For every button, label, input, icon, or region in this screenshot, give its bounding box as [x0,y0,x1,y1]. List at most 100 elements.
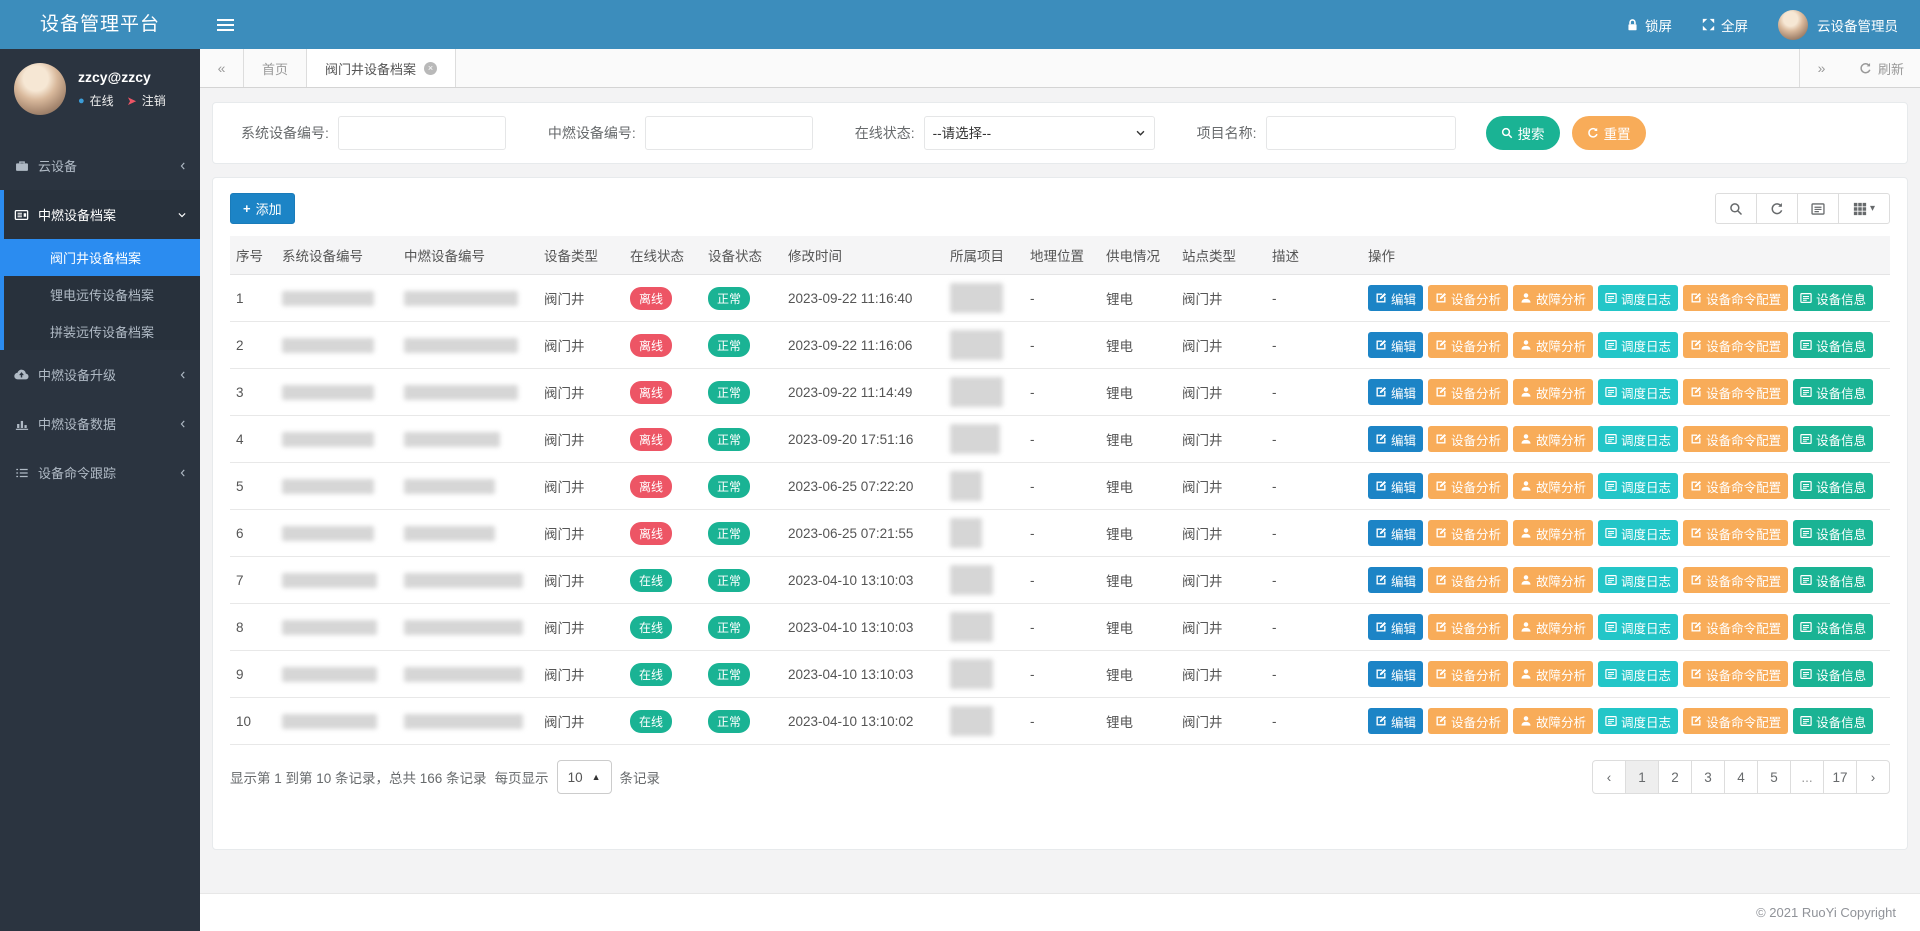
search-button[interactable]: 搜索 [1486,116,1560,150]
page-size-select[interactable]: 10 ▲ [557,760,612,794]
device-info-button[interactable]: 设备信息 [1793,661,1873,687]
device-info-button[interactable]: 设备信息 [1793,426,1873,452]
refresh-tab-button[interactable]: 刷新 [1843,49,1920,87]
device-command-config-button[interactable]: 设备命令配置 [1683,614,1788,640]
prev-page-button[interactable]: ‹ [1592,760,1626,794]
fault-analysis-button[interactable]: 故障分析 [1513,426,1593,452]
dispatch-log-button[interactable]: 调度日志 [1598,379,1678,405]
device-info-button[interactable]: 设备信息 [1793,708,1873,734]
page-button[interactable]: 5 [1757,760,1791,794]
hamburger-icon[interactable] [200,19,250,31]
device-command-config-button[interactable]: 设备命令配置 [1683,473,1788,499]
device-command-config-button[interactable]: 设备命令配置 [1683,332,1788,358]
next-page-button[interactable]: › [1856,760,1890,794]
device-info-button[interactable]: 设备信息 [1793,473,1873,499]
tab-home[interactable]: 首页 [244,49,307,87]
toggle-view-button[interactable] [1797,193,1839,224]
fault-analysis-button[interactable]: 故障分析 [1513,332,1593,358]
sidebar-item[interactable]: 中燃设备升级 [0,350,200,399]
fullscreen-button[interactable]: 全屏 [1702,15,1748,35]
add-button[interactable]: + 添加 [230,193,295,224]
reset-button[interactable]: 重置 [1572,116,1646,150]
device-command-config-button[interactable]: 设备命令配置 [1683,379,1788,405]
edit-button[interactable]: 编辑 [1368,379,1423,405]
sidebar-subitem[interactable]: 锂电远传设备档案 [4,276,200,313]
device-analysis-button[interactable]: 设备分析 [1428,567,1508,593]
zr-device-no-input[interactable] [645,116,813,150]
system-device-no-input[interactable] [338,116,506,150]
fault-analysis-button[interactable]: 故障分析 [1513,473,1593,499]
device-command-config-button[interactable]: 设备命令配置 [1683,661,1788,687]
fault-analysis-button[interactable]: 故障分析 [1513,614,1593,640]
fault-analysis-button[interactable]: 故障分析 [1513,708,1593,734]
dispatch-log-button[interactable]: 调度日志 [1598,661,1678,687]
device-command-config-button[interactable]: 设备命令配置 [1683,285,1788,311]
fault-analysis-button[interactable]: 故障分析 [1513,661,1593,687]
page-button[interactable]: 17 [1823,760,1857,794]
page-button[interactable]: 3 [1691,760,1725,794]
logout-link[interactable]: 注销 [142,92,166,109]
project-name-input[interactable] [1266,116,1456,150]
edit-button[interactable]: 编辑 [1368,426,1423,452]
sidebar-item[interactable]: 云设备 [0,141,200,190]
device-info-button[interactable]: 设备信息 [1793,332,1873,358]
page-button[interactable]: 4 [1724,760,1758,794]
dispatch-log-button[interactable]: 调度日志 [1598,567,1678,593]
dispatch-log-button[interactable]: 调度日志 [1598,473,1678,499]
edit-button[interactable]: 编辑 [1368,708,1423,734]
fault-analysis-button[interactable]: 故障分析 [1513,379,1593,405]
edit-button[interactable]: 编辑 [1368,520,1423,546]
device-analysis-button[interactable]: 设备分析 [1428,614,1508,640]
device-analysis-button[interactable]: 设备分析 [1428,473,1508,499]
device-command-config-button[interactable]: 设备命令配置 [1683,426,1788,452]
sidebar-subitem[interactable]: 拼装远传设备档案 [4,313,200,350]
dispatch-log-button[interactable]: 调度日志 [1598,614,1678,640]
sidebar-item[interactable]: 设备命令跟踪 [0,448,200,497]
device-info-button[interactable]: 设备信息 [1793,379,1873,405]
show-search-button[interactable] [1715,193,1757,224]
user-menu[interactable]: 云设备管理员 [1778,10,1898,40]
device-info-button[interactable]: 设备信息 [1793,567,1873,593]
device-info-button[interactable]: 设备信息 [1793,520,1873,546]
close-icon[interactable]: × [424,62,437,75]
edit-button[interactable]: 编辑 [1368,614,1423,640]
device-analysis-button[interactable]: 设备分析 [1428,285,1508,311]
device-analysis-button[interactable]: 设备分析 [1428,379,1508,405]
device-analysis-button[interactable]: 设备分析 [1428,661,1508,687]
device-info-button[interactable]: 设备信息 [1793,614,1873,640]
sidebar-subitem[interactable]: 阀门井设备档案 [4,239,200,276]
dispatch-log-button[interactable]: 调度日志 [1598,708,1678,734]
scroll-tabs-right-button[interactable]: » [1799,49,1843,87]
device-info-button[interactable]: 设备信息 [1793,285,1873,311]
sidebar-item[interactable]: 中燃设备档案 [4,190,200,239]
refresh-table-button[interactable] [1756,193,1798,224]
device-analysis-button[interactable]: 设备分析 [1428,426,1508,452]
page-button[interactable]: 2 [1658,760,1692,794]
scroll-tabs-left-button[interactable]: « [200,49,244,87]
sidebar-item[interactable]: 中燃设备数据 [0,399,200,448]
device-analysis-button[interactable]: 设备分析 [1428,332,1508,358]
device-analysis-button[interactable]: 设备分析 [1428,708,1508,734]
page-button[interactable]: 1 [1625,760,1659,794]
device-command-config-button[interactable]: 设备命令配置 [1683,520,1788,546]
edit-button[interactable]: 编辑 [1368,332,1423,358]
dispatch-log-button[interactable]: 调度日志 [1598,426,1678,452]
fault-analysis-button[interactable]: 故障分析 [1513,520,1593,546]
edit-button[interactable]: 编辑 [1368,567,1423,593]
columns-button[interactable]: ▾ [1838,193,1890,224]
edit-button[interactable]: 编辑 [1368,473,1423,499]
lock-screen-button[interactable]: 锁屏 [1626,15,1672,35]
edit-button[interactable]: 编辑 [1368,661,1423,687]
tab-valve-well-archive[interactable]: 阀门井设备档案 × [307,49,456,87]
dispatch-log-button[interactable]: 调度日志 [1598,285,1678,311]
fault-analysis-button[interactable]: 故障分析 [1513,567,1593,593]
device-command-config-button[interactable]: 设备命令配置 [1683,708,1788,734]
dispatch-log-button[interactable]: 调度日志 [1598,520,1678,546]
dispatch-log-button[interactable]: 调度日志 [1598,332,1678,358]
online-state-select[interactable]: --请选择-- [924,116,1155,150]
device-analysis-button[interactable]: 设备分析 [1428,520,1508,546]
table-row: 10阀门井在线正常2023-04-10 13:10:02-锂电阀门井-编辑设备分… [230,698,1890,745]
device-command-config-button[interactable]: 设备命令配置 [1683,567,1788,593]
edit-button[interactable]: 编辑 [1368,285,1423,311]
fault-analysis-button[interactable]: 故障分析 [1513,285,1593,311]
